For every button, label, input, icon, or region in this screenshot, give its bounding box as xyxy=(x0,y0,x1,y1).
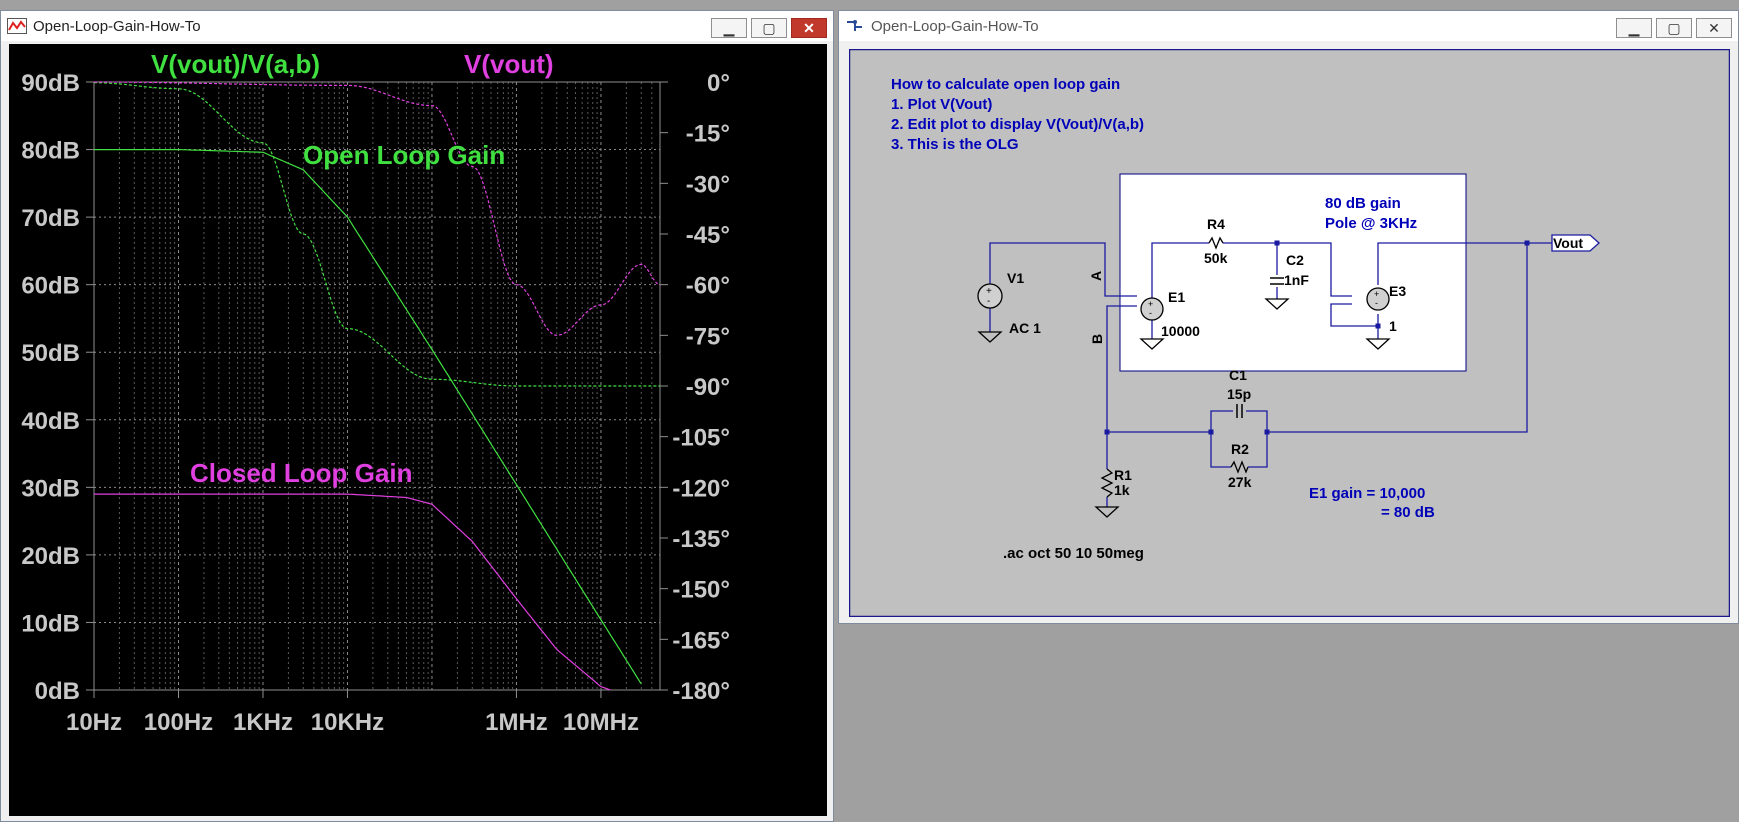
y-right-tick-label: 0° xyxy=(707,70,730,97)
minimize-button[interactable]: ▁ xyxy=(711,18,747,38)
gain-note: E1 gain = 10,000 xyxy=(1309,485,1425,502)
c1-ref: C1 xyxy=(1229,367,1247,383)
y-left-tick-label: 50dB xyxy=(21,340,80,367)
x-tick-label: 10KHz xyxy=(311,709,384,736)
vout-label: Vout xyxy=(1553,235,1583,251)
e1-ref: E1 xyxy=(1168,289,1185,305)
plot-window-titlebar[interactable]: Open-Loop-Gain-How-To ▁ ▢ ✕ xyxy=(1,11,833,41)
schematic-icon xyxy=(847,20,862,31)
y-right-tick-label: -105° xyxy=(672,425,730,452)
maximize-button[interactable]: ▢ xyxy=(1656,18,1692,38)
y-right-tick-label: -30° xyxy=(686,171,730,198)
close-button[interactable]: ✕ xyxy=(791,18,827,38)
bode-chart: 0° -15° -30° -45° -60° -75° -90° -105° -120° -135… xyxy=(21,49,730,736)
y-left-tick-label: 70dB xyxy=(21,205,80,232)
e1-value: 10000 xyxy=(1161,323,1200,339)
resistor-r2 xyxy=(1230,460,1249,474)
y-right-tick-label: -150° xyxy=(672,577,730,604)
y-right-tick-label: -45° xyxy=(686,222,730,249)
y-right-tick-label: -165° xyxy=(672,627,730,654)
x-tick-label: 10MHz xyxy=(563,709,639,736)
series-line-v-vout-v-a-b--magnitude xyxy=(94,148,642,685)
schematic-window-titlebar[interactable]: Open-Loop-Gain-How-To ▁ ▢ ✕ xyxy=(839,11,1738,41)
y-right-tick-label: -15° xyxy=(686,121,730,148)
instruction-line: 1. Plot V(Vout) xyxy=(891,96,992,113)
r1-ref: R1 xyxy=(1114,467,1132,483)
v1-ref: V1 xyxy=(1007,270,1024,286)
mdi-empty-area xyxy=(838,624,1739,822)
y-left-tick-label: 10dB xyxy=(21,610,80,637)
x-tick-label: 100Hz xyxy=(144,709,213,736)
y-left-tick-label: 20dB xyxy=(21,543,80,570)
y-left-tick-label: 40dB xyxy=(21,408,80,435)
ground-symbol xyxy=(977,331,1003,343)
annotation-closed-loop-gain: Closed Loop Gain xyxy=(190,458,412,488)
y-left-tick-label: 80dB xyxy=(21,138,80,165)
r4-ref: R4 xyxy=(1207,216,1225,232)
e3-value: 1 xyxy=(1389,318,1397,334)
ground-symbol xyxy=(1094,506,1120,518)
schematic-canvas[interactable]: How to calculate open loop gain 1. Plot … xyxy=(848,48,1731,618)
minus-icon: - xyxy=(1149,308,1152,318)
r2-value: 27k xyxy=(1228,474,1252,490)
c1-value: 15p xyxy=(1227,386,1251,402)
e3-ref: E3 xyxy=(1389,283,1406,299)
annotation-open-loop-gain: Open Loop Gain xyxy=(303,140,505,170)
schematic-window: Open-Loop-Gain-How-To ▁ ▢ ✕ How to calcu… xyxy=(838,10,1739,624)
y-left-tick-label: 30dB xyxy=(21,475,80,502)
y-right-tick-label: -60° xyxy=(686,273,730,300)
c2-ref: C2 xyxy=(1286,252,1304,268)
capacitor-c1 xyxy=(1236,404,1243,418)
maximize-button[interactable]: ▢ xyxy=(751,18,787,38)
minus-icon: - xyxy=(1375,298,1378,308)
c2-value: 1nF xyxy=(1284,272,1309,288)
plot-window: Open-Loop-Gain-How-To ▁ ▢ ✕ 0° -15° -30° -4… xyxy=(0,10,834,822)
resistor-r1 xyxy=(1100,468,1114,498)
series-line-v-vout--magnitude xyxy=(94,493,611,691)
net-label-b: B xyxy=(1089,334,1105,344)
r4-value: 50k xyxy=(1204,250,1228,266)
y-right-tick-label: -75° xyxy=(686,323,730,350)
schematic-window-title: Open-Loop-Gain-How-To xyxy=(871,17,1039,35)
minus-icon: - xyxy=(987,296,990,307)
minimize-button[interactable]: ▁ xyxy=(1616,18,1652,38)
schematic-drawing: How to calculate open loop gain 1. Plot … xyxy=(848,48,1731,618)
trace-label-olg: V(vout)/V(a,b) xyxy=(151,49,320,79)
plot-window-title: Open-Loop-Gain-How-To xyxy=(33,17,201,35)
instruction-line: 3. This is the OLG xyxy=(891,136,1019,153)
y-left-tick-label: 0dB xyxy=(35,678,80,705)
instruction-line: 2. Edit plot to display V(Vout)/V(a,b) xyxy=(891,116,1144,133)
y-right-tick-label: -180° xyxy=(672,678,730,705)
x-tick-label: 10Hz xyxy=(66,709,122,736)
ac-directive: .ac oct 50 10 50meg xyxy=(1003,545,1144,562)
r1-value: 1k xyxy=(1114,482,1130,498)
net-label-a: A xyxy=(1088,271,1104,281)
v1-value: AC 1 xyxy=(1009,320,1041,336)
waveform-plot-pane[interactable]: 0° -15° -30° -45° -60° -75° -90° -105° -120° -135… xyxy=(9,44,827,816)
waveform-icon xyxy=(7,18,27,34)
close-button[interactable]: ✕ xyxy=(1696,18,1732,38)
trace-label-vout: V(vout) xyxy=(464,49,554,79)
y-right-tick-label: -120° xyxy=(672,475,730,502)
r2-ref: R2 xyxy=(1231,441,1249,457)
gain-note: = 80 dB xyxy=(1381,504,1435,521)
y-left-tick-label: 90dB xyxy=(21,70,80,97)
x-tick-label: 1KHz xyxy=(233,709,293,736)
x-tick-label: 1MHz xyxy=(485,709,548,736)
y-left-tick-label: 60dB xyxy=(21,273,80,300)
instruction-line: How to calculate open loop gain xyxy=(891,76,1120,93)
block-note: Pole @ 3KHz xyxy=(1325,215,1417,232)
y-right-tick-label: -90° xyxy=(686,374,730,401)
y-right-tick-label: -135° xyxy=(672,526,730,553)
block-note: 80 dB gain xyxy=(1325,195,1401,212)
